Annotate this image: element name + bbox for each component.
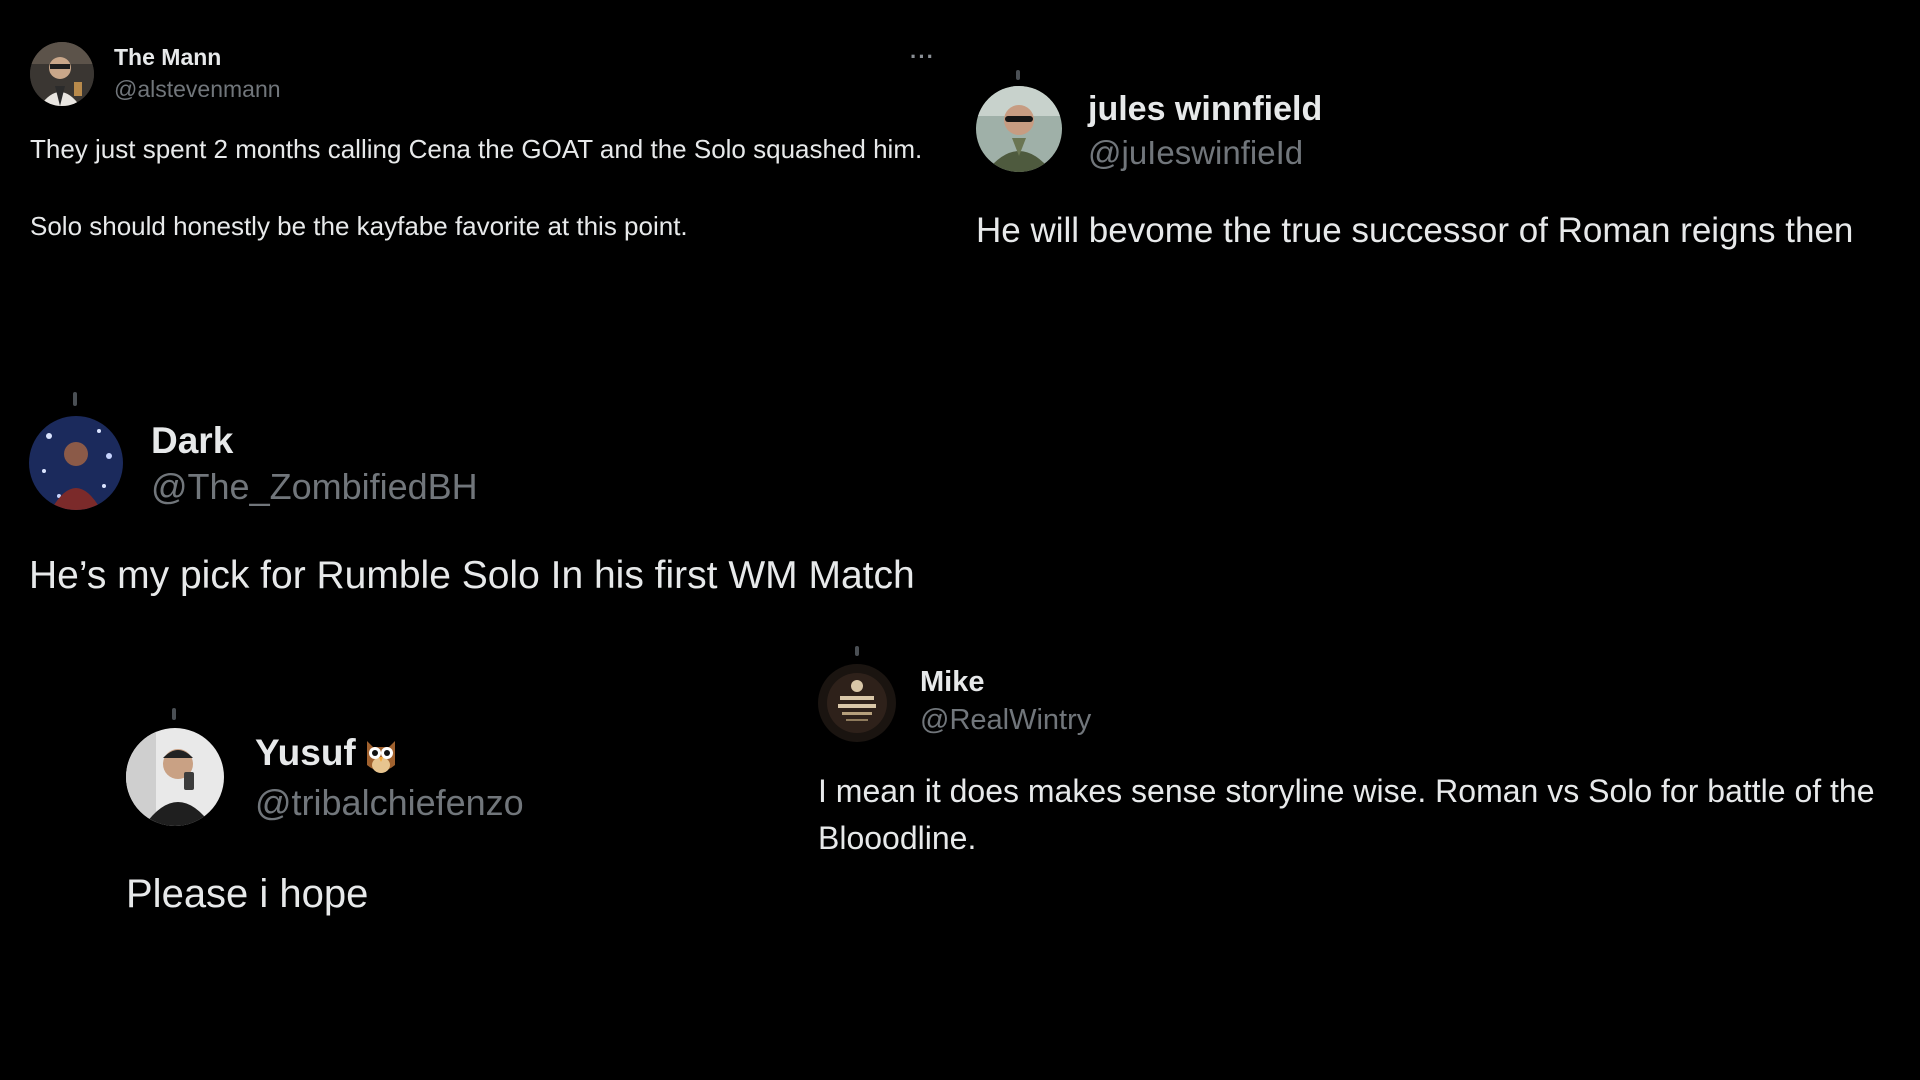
tweet-card: Yusuf @tribalchiefenzo Please i hope bbox=[100, 700, 800, 960]
more-horizontal-icon[interactable]: ··· bbox=[910, 44, 935, 70]
profile-photo-icon bbox=[976, 86, 1062, 172]
thread-line bbox=[172, 708, 176, 720]
display-name[interactable]: jules winnfield bbox=[1088, 90, 1322, 129]
display-name[interactable]: Mike bbox=[920, 666, 984, 699]
thread-line bbox=[73, 392, 77, 406]
tweet-text: I mean it does makes sense storyline wis… bbox=[818, 773, 1875, 856]
tweet-paragraph: They just spent 2 months calling Cena th… bbox=[30, 134, 923, 164]
tweet-text: He’s my pick for Rumble Solo In his firs… bbox=[29, 554, 915, 597]
display-name-text: Yusuf bbox=[255, 732, 356, 773]
display-name[interactable]: Dark bbox=[151, 420, 233, 462]
display-name[interactable]: The Mann bbox=[114, 44, 221, 71]
thread-line bbox=[855, 646, 859, 656]
tweet-text: Please i hope bbox=[126, 872, 369, 916]
avatar[interactable] bbox=[818, 664, 896, 742]
profile-photo-icon bbox=[30, 42, 94, 106]
avatar[interactable] bbox=[976, 86, 1062, 172]
user-handle[interactable]: @The_ZombifiedBH bbox=[151, 466, 478, 508]
user-handle[interactable]: @alstevenmann bbox=[114, 76, 281, 103]
profile-photo-icon bbox=[818, 664, 896, 742]
user-handle[interactable]: @tribalchiefenzo bbox=[255, 782, 524, 824]
display-name[interactable]: Yusuf bbox=[255, 732, 398, 775]
profile-photo-icon bbox=[126, 728, 224, 826]
tweet-paragraph: Solo should honestly be the kayfabe favo… bbox=[30, 211, 688, 241]
user-handle[interactable]: @juIeswinfieId bbox=[1088, 134, 1303, 172]
tweet-card: Mike @RealWintry I mean it does makes se… bbox=[800, 640, 1920, 890]
tweet-card: Dark @The_ZombifiedBH He’s my pick for R… bbox=[0, 380, 1000, 620]
user-handle[interactable]: @RealWintry bbox=[920, 704, 1091, 737]
avatar[interactable] bbox=[126, 728, 224, 826]
owl-icon bbox=[366, 741, 395, 774]
tweet-text: They just spent 2 months calling Cena th… bbox=[30, 130, 940, 246]
profile-photo-icon bbox=[29, 416, 123, 510]
avatar[interactable] bbox=[29, 416, 123, 510]
thread-line bbox=[1016, 70, 1020, 80]
tweet-card: The Mann @alstevenmann ··· They just spe… bbox=[0, 0, 960, 300]
tweet-text: He will bevome the true successor of Rom… bbox=[976, 211, 1854, 250]
avatar[interactable] bbox=[30, 42, 94, 106]
tweet-card: jules winnfield @juIeswinfieId He will b… bbox=[960, 0, 1920, 300]
